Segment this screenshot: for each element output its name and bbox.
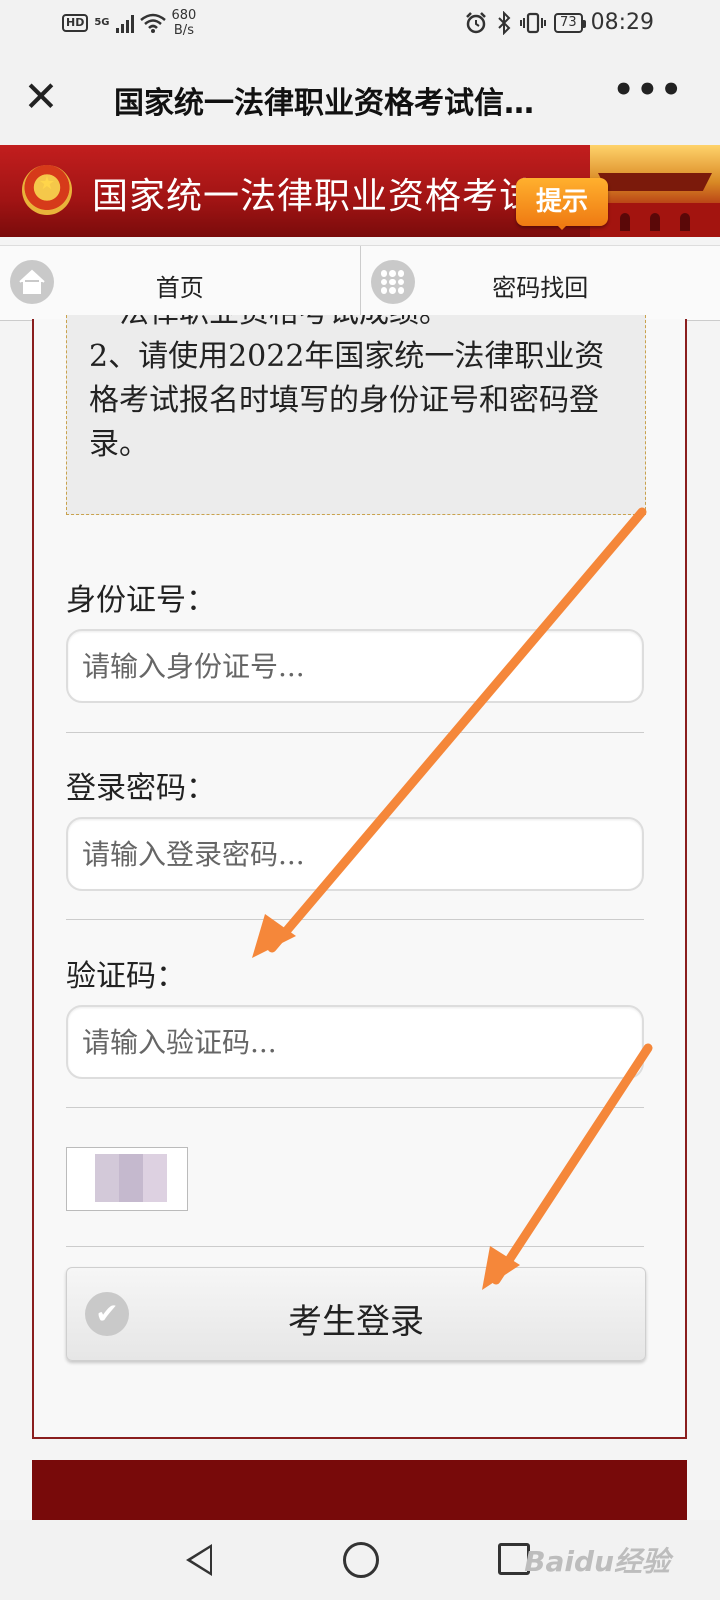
tab-home[interactable]: 首页 — [0, 246, 361, 320]
id-number-input[interactable] — [66, 629, 644, 703]
tab-password-recovery[interactable]: 密码找回 — [361, 246, 720, 320]
captcha-image[interactable] — [66, 1147, 188, 1211]
watermark: Baidu经验 — [524, 1545, 670, 1578]
divider — [66, 732, 644, 733]
status-right: 73 08:29 — [464, 10, 654, 35]
banner-title: 国家统一法律职业资格考试 — [92, 176, 537, 217]
captcha-input[interactable] — [66, 1005, 644, 1079]
tab-nav: 首页 密码找回 — [0, 245, 720, 321]
tab-home-label: 首页 — [155, 274, 204, 302]
bluetooth-icon — [498, 10, 511, 35]
net-speed: 680 B/s — [172, 8, 197, 38]
status-left: HD 5G 680 B/s — [62, 8, 196, 38]
page-title: 国家统一法律职业资格考试信… — [114, 86, 534, 121]
divider — [66, 919, 644, 920]
national-emblem-icon — [22, 165, 72, 215]
footer-bar — [32, 1460, 687, 1520]
net-speed-unit: B/s — [173, 23, 194, 38]
vibrate-icon — [520, 12, 547, 33]
tab-password-recovery-label: 密码找回 — [492, 274, 589, 302]
alarm-icon — [466, 11, 486, 33]
network-type: 5G — [94, 17, 110, 28]
net-speed-value: 680 — [171, 8, 197, 23]
password-label: 登录密码： — [66, 771, 216, 806]
id-label: 身份证号： — [66, 583, 216, 618]
home-circle-icon[interactable] — [343, 1542, 379, 1578]
divider — [66, 1107, 644, 1108]
signal-icon — [115, 13, 134, 33]
password-input[interactable] — [66, 817, 644, 891]
status-bar: HD 5G 680 B/s 73 08:29 — [0, 0, 720, 50]
login-panel: 一法律职业资格考试成绩。 2、请使用2022年国家统一法律职业资格考试报名时填写… — [32, 315, 687, 1439]
clock: 08:29 — [590, 10, 654, 35]
login-button-label: 考生登录 — [288, 1302, 424, 1342]
battery-icon: 73 — [554, 12, 586, 33]
title-bar: ✕ 国家统一法律职业资格考试信… ••• — [0, 50, 720, 145]
header-banner: 国家统一法律职业资格考试 — [0, 145, 720, 237]
close-icon[interactable]: ✕ — [20, 76, 62, 118]
notice-partial-line: 一法律职业资格考试成绩。 — [89, 315, 623, 335]
notice-item-2: 2、请使用2022年国家统一法律职业资格考试报名时填写的身份证号和密码登录。 — [89, 339, 605, 462]
tiananmen-illustration — [590, 145, 720, 237]
back-icon[interactable] — [186, 1544, 212, 1576]
hd-icon: HD — [62, 14, 89, 32]
system-nav-bar: Baidu经验 — [0, 1520, 720, 1600]
captcha-label: 验证码： — [66, 959, 186, 994]
wifi-icon — [139, 13, 166, 33]
notice-box: 一法律职业资格考试成绩。 2、请使用2022年国家统一法律职业资格考试报名时填写… — [66, 315, 646, 515]
tip-badge[interactable]: 提示 — [516, 178, 608, 230]
divider — [66, 1246, 644, 1247]
more-icon[interactable]: ••• — [613, 70, 684, 110]
login-button[interactable]: ✔ 考生登录 — [66, 1267, 646, 1361]
